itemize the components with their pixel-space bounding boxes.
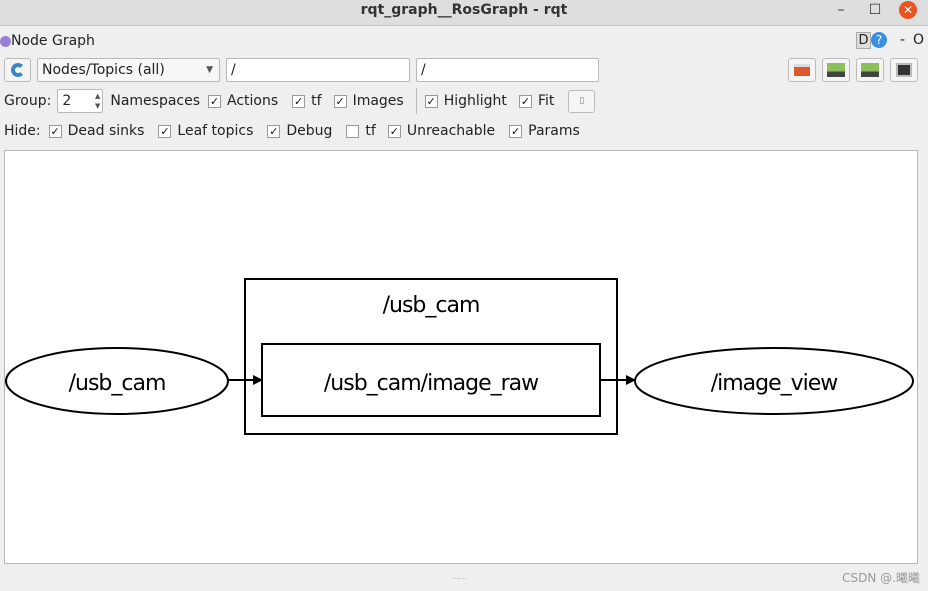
sink-node-label: /image_view <box>711 371 839 396</box>
separator <box>415 88 417 114</box>
chevron-down-icon: ▼ <box>206 65 213 75</box>
params-label: Params <box>528 123 580 139</box>
dead-sinks-label: Dead sinks <box>67 123 145 139</box>
dead-sinks-checkbox[interactable]: ✓ <box>48 124 62 138</box>
spin-arrows-icon[interactable]: ▲ ▼ <box>95 91 100 111</box>
fit-in-view-button[interactable]: ▯ <box>568 89 596 113</box>
refresh-icon <box>10 63 25 77</box>
hide-tf-checkbox[interactable] <box>346 124 360 138</box>
hide-tf-label: tf <box>365 123 376 139</box>
fit-label: Fit <box>537 93 555 109</box>
node-graph-icon <box>0 35 11 47</box>
window-title: rqt_graph__RosGraph - rqt <box>360 2 568 18</box>
hide-row: Hide: ✓ Dead sinks ✓ Leaf topics ✓ Debug tf… <box>4 121 580 141</box>
namespaces-label: Namespaces <box>110 93 201 109</box>
fit-checkbox[interactable]: ✓ <box>518 94 532 108</box>
tf-checkbox[interactable]: ✓ <box>292 94 306 108</box>
close-button[interactable]: ✕ <box>899 1 917 19</box>
graph-mode-value: Nodes/Topics (all) <box>42 62 165 78</box>
plugin-title: Node Graph <box>11 33 95 49</box>
debug-button[interactable]: D <box>856 32 871 49</box>
graph-canvas[interactable]: /usb_cam /usb_cam/image_raw /usb_cam /im… <box>4 150 918 564</box>
image-icon <box>896 63 912 77</box>
unreachable-checkbox[interactable]: ✓ <box>387 124 401 138</box>
minimize-plugin-button[interactable]: - <box>900 32 905 48</box>
plugin-header: Node Graph <box>0 31 95 51</box>
graph-svg: /usb_cam /usb_cam/image_raw /usb_cam /im… <box>5 278 914 435</box>
watermark: CSDN @.曦曦 <box>842 571 920 585</box>
actions-checkbox[interactable]: ✓ <box>208 94 222 108</box>
debug-checkbox[interactable]: ✓ <box>267 124 281 138</box>
load-button[interactable] <box>788 58 816 82</box>
group-value: 2 <box>62 93 72 109</box>
cluster-label: /usb_cam <box>383 293 480 318</box>
leaf-topics-label: Leaf topics <box>177 123 254 139</box>
topic-label: /usb_cam/image_raw <box>324 371 539 396</box>
save-svg-button[interactable] <box>856 58 884 82</box>
hide-label: Hide: <box>4 123 41 139</box>
save-icon <box>827 63 845 77</box>
minimize-button[interactable]: – <box>829 0 853 20</box>
node-filter-input[interactable]: / <box>226 58 410 82</box>
source-node-label: /usb_cam <box>69 371 166 396</box>
highlight-label: Highlight <box>443 93 507 109</box>
group-spinbox[interactable]: 2 ▲ ▼ <box>57 89 104 113</box>
leaf-topics-checkbox[interactable]: ✓ <box>158 124 172 138</box>
close-plugin-button[interactable]: O <box>913 32 924 48</box>
options-row: Group: 2 ▲ ▼ Namespaces ✓ Actions ✓ tf ✓ Imag… <box>4 88 596 114</box>
tf-label: tf <box>311 93 322 109</box>
maximize-button[interactable]: ☐ <box>863 0 887 20</box>
unreachable-label: Unreachable <box>406 123 496 139</box>
save-icon <box>861 63 879 77</box>
group-label: Group: <box>4 93 52 109</box>
highlight-checkbox[interactable]: ✓ <box>424 94 438 108</box>
params-checkbox[interactable]: ✓ <box>509 124 523 138</box>
resize-grip[interactable]: ...... <box>452 572 467 581</box>
topic-filter-input[interactable]: / <box>416 58 599 82</box>
refresh-button[interactable] <box>4 58 31 82</box>
save-image-button[interactable] <box>890 58 918 82</box>
debug-label: Debug <box>286 123 333 139</box>
actions-label: Actions <box>227 93 279 109</box>
folder-open-icon <box>794 64 810 76</box>
save-dot-button[interactable] <box>822 58 850 82</box>
window-titlebar: rqt_graph__RosGraph - rqt – ☐ ✕ <box>0 0 928 26</box>
images-label: Images <box>352 93 404 109</box>
graph-mode-select[interactable]: Nodes/Topics (all) ▼ <box>37 58 220 82</box>
images-checkbox[interactable]: ✓ <box>333 94 347 108</box>
help-icon[interactable]: ? <box>871 32 887 48</box>
